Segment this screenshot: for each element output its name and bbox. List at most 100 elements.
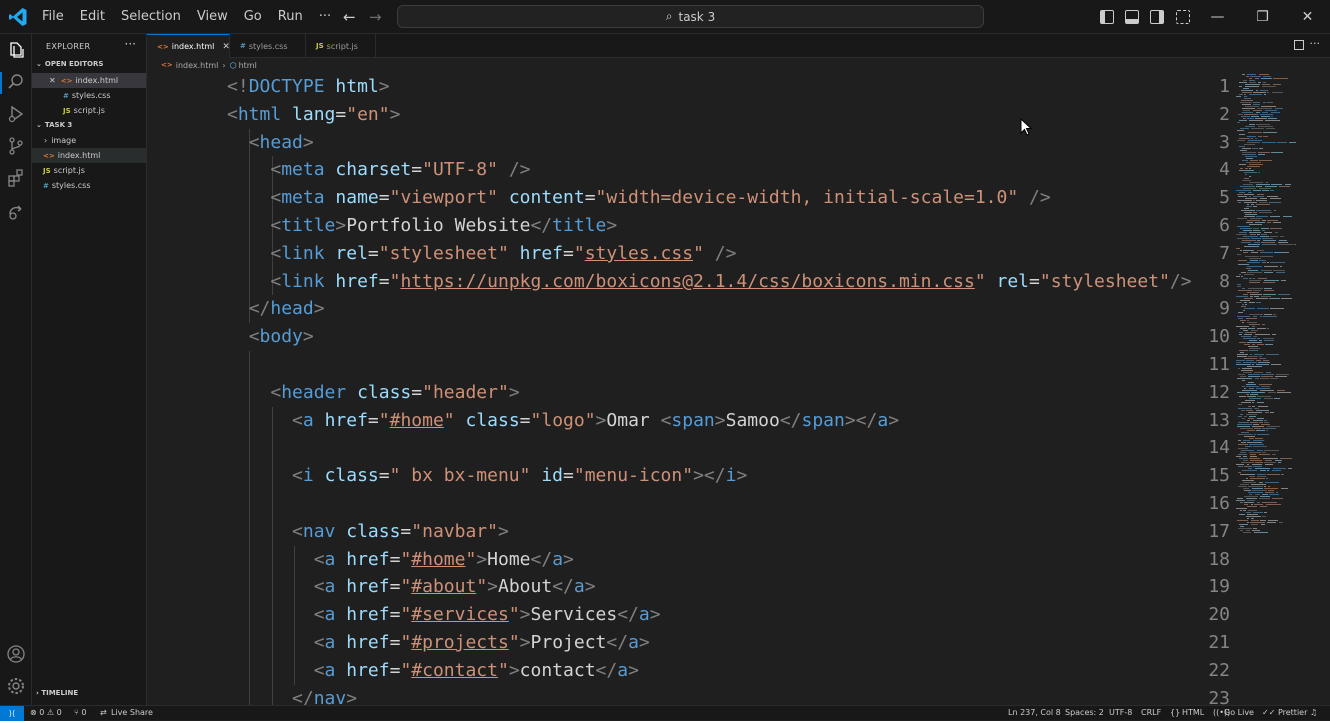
indentation-setting[interactable]: Spaces: 2 [1065, 708, 1104, 717]
explorer-files-icon[interactable] [6, 40, 26, 60]
code-line[interactable]: <a href="#services">Services</a> [227, 601, 661, 629]
tab-styles-css[interactable]: # styles.css [230, 34, 306, 58]
ports-indicator[interactable]: ⑂ 0 [74, 708, 86, 717]
open-editor-item[interactable]: ✕ <> index.html [32, 73, 146, 88]
run-and-debug-icon[interactable] [6, 104, 26, 124]
open-editor-item[interactable]: # styles.css [32, 88, 146, 103]
minimap-code-line [1257, 502, 1260, 503]
code-line[interactable]: <link rel="stylesheet" href="styles.css"… [227, 240, 736, 268]
code-line[interactable]: <a href="#about">About</a> [227, 573, 596, 601]
minimap-code-line [1249, 224, 1262, 225]
close-icon[interactable]: ✕ [49, 76, 56, 85]
customize-layout-icon[interactable] [1176, 10, 1190, 24]
command-center-search[interactable]: ⌕ task 3 [397, 5, 984, 28]
code-line[interactable]: <a href="#contact">contact</a> [227, 657, 639, 685]
prettier-button[interactable]: ✓✓ Prettier [1262, 708, 1307, 717]
back-arrow-icon[interactable]: ← [343, 8, 356, 26]
split-editor-icon[interactable] [1294, 40, 1304, 50]
toggle-secondary-sidebar-icon[interactable] [1150, 10, 1164, 24]
code-line[interactable]: <header class="header"> [227, 379, 519, 407]
live-share-icon[interactable] [6, 202, 26, 222]
code-line[interactable]: <meta charset="UTF-8" /> [227, 156, 530, 184]
extensions-icon[interactable] [6, 168, 26, 188]
minimap-code-line [1261, 106, 1276, 107]
code-line[interactable]: <a href="#projects">Project</a> [227, 629, 650, 657]
open-editors-header[interactable]: ⌄ OPEN EDITORS [36, 57, 103, 71]
breadcrumb-node[interactable]: html [239, 61, 257, 70]
code-line[interactable]: <nav class="navbar"> [227, 518, 509, 546]
cursor-position[interactable]: Ln 237, Col 8 [1008, 708, 1061, 717]
settings-gear-icon[interactable] [6, 676, 26, 696]
live-share-button[interactable]: Live Share [111, 708, 153, 717]
code-token: lang [292, 103, 336, 125]
minimap-code-line [1237, 254, 1241, 255]
timeline-section-header[interactable]: › TIMELINE [36, 689, 78, 697]
code-line[interactable]: <body> [227, 323, 314, 351]
code-token: </ [248, 298, 271, 320]
menu-item[interactable]: Edit [72, 5, 113, 29]
menu-item[interactable]: File [34, 5, 72, 29]
more-menu-button[interactable]: ··· [311, 5, 339, 29]
tree-item-folder[interactable]: › image [32, 133, 146, 148]
open-editor-item[interactable]: JS script.js [32, 103, 146, 118]
code-line[interactable]: <link href="https://unpkg.com/boxicons@2… [227, 268, 1191, 296]
minimap-code-line [1241, 242, 1251, 243]
code-token: "navbar" [411, 520, 498, 542]
menu-item[interactable]: Selection [113, 5, 189, 29]
minimap[interactable] [1230, 72, 1330, 705]
language-mode[interactable]: HTML [1182, 708, 1204, 717]
minimap-code-line [1249, 348, 1260, 349]
code-token: "menu-icon" [573, 465, 694, 487]
minimap-code-line [1255, 438, 1263, 439]
code-line[interactable]: <meta name="viewport" content="width=dev… [227, 184, 1050, 212]
problems-indicator[interactable]: ⊗ 0 ⚠ 0 [30, 708, 62, 717]
code-line[interactable]: <i class=" bx bx-menu" id="menu-icon"></… [227, 462, 747, 490]
forward-arrow-icon[interactable]: → [369, 8, 382, 26]
minimap-code-line [1247, 518, 1249, 519]
search-icon[interactable] [6, 72, 26, 92]
toggle-panel-icon[interactable] [1125, 10, 1139, 24]
source-control-icon[interactable] [6, 136, 26, 156]
accounts-icon[interactable] [6, 644, 26, 664]
code-editor[interactable]: 1 <!DOCTYPE html> 2 <html lang="en"> 3 <head… [147, 72, 1230, 705]
minimize-button[interactable]: — [1195, 0, 1240, 34]
minimap-code-line [1261, 234, 1267, 235]
code-token: name [335, 187, 379, 209]
explorer-more-actions-icon[interactable]: ··· [125, 37, 136, 51]
encoding-setting[interactable]: UTF-8 [1109, 708, 1132, 717]
code-line[interactable]: <html lang="en"> [227, 101, 400, 129]
menu-item[interactable]: Go [236, 5, 270, 29]
more-actions-icon[interactable]: ··· [1310, 37, 1321, 50]
code-line[interactable]: <title>Portfolio Website</title> [227, 212, 617, 240]
code-line[interactable]: <a href="#home" class="logo">Omar <span>… [227, 407, 899, 435]
tab-script-js[interactable]: JS script.js [306, 34, 376, 58]
close-icon[interactable]: ✕ [222, 42, 230, 52]
code-line[interactable]: </head> [227, 295, 325, 323]
code-line[interactable]: <head> [227, 129, 314, 157]
restore-button[interactable]: ❐ [1240, 0, 1285, 34]
active-view-indicator [0, 72, 2, 94]
minimap-code-line [1245, 256, 1259, 257]
go-live-button[interactable]: Go Live [1224, 708, 1254, 717]
minimap-code-line [1239, 192, 1245, 193]
toggle-primary-sidebar-icon[interactable] [1100, 10, 1114, 24]
folder-header[interactable]: ⌄ TASK 3 [36, 118, 72, 132]
code-token: span [671, 409, 715, 431]
code-line[interactable]: <a href="#home">Home</a> [227, 546, 574, 574]
close-window-button[interactable]: ✕ [1285, 0, 1330, 34]
remote-window-button[interactable]: ⟩⟨ [0, 706, 24, 721]
tree-item-file[interactable]: <> index.html [32, 148, 146, 163]
tab-index-html[interactable]: <> index.html ✕ [147, 34, 230, 58]
eol-setting[interactable]: CRLF [1141, 708, 1161, 717]
breadcrumb-file[interactable]: index.html [176, 61, 219, 70]
line-number: 15 [1208, 465, 1230, 487]
code-line[interactable]: </nav> [227, 685, 357, 705]
tree-item-file[interactable]: # styles.css [32, 178, 146, 193]
notifications-bell-icon[interactable]: ♫ [1310, 708, 1317, 717]
menu-item[interactable]: View [189, 5, 236, 29]
menu-item[interactable]: Run [270, 5, 311, 29]
code-line[interactable]: <!DOCTYPE html> [227, 73, 390, 101]
code-token: meta [281, 187, 325, 209]
tree-item-file[interactable]: JS script.js [32, 163, 146, 178]
